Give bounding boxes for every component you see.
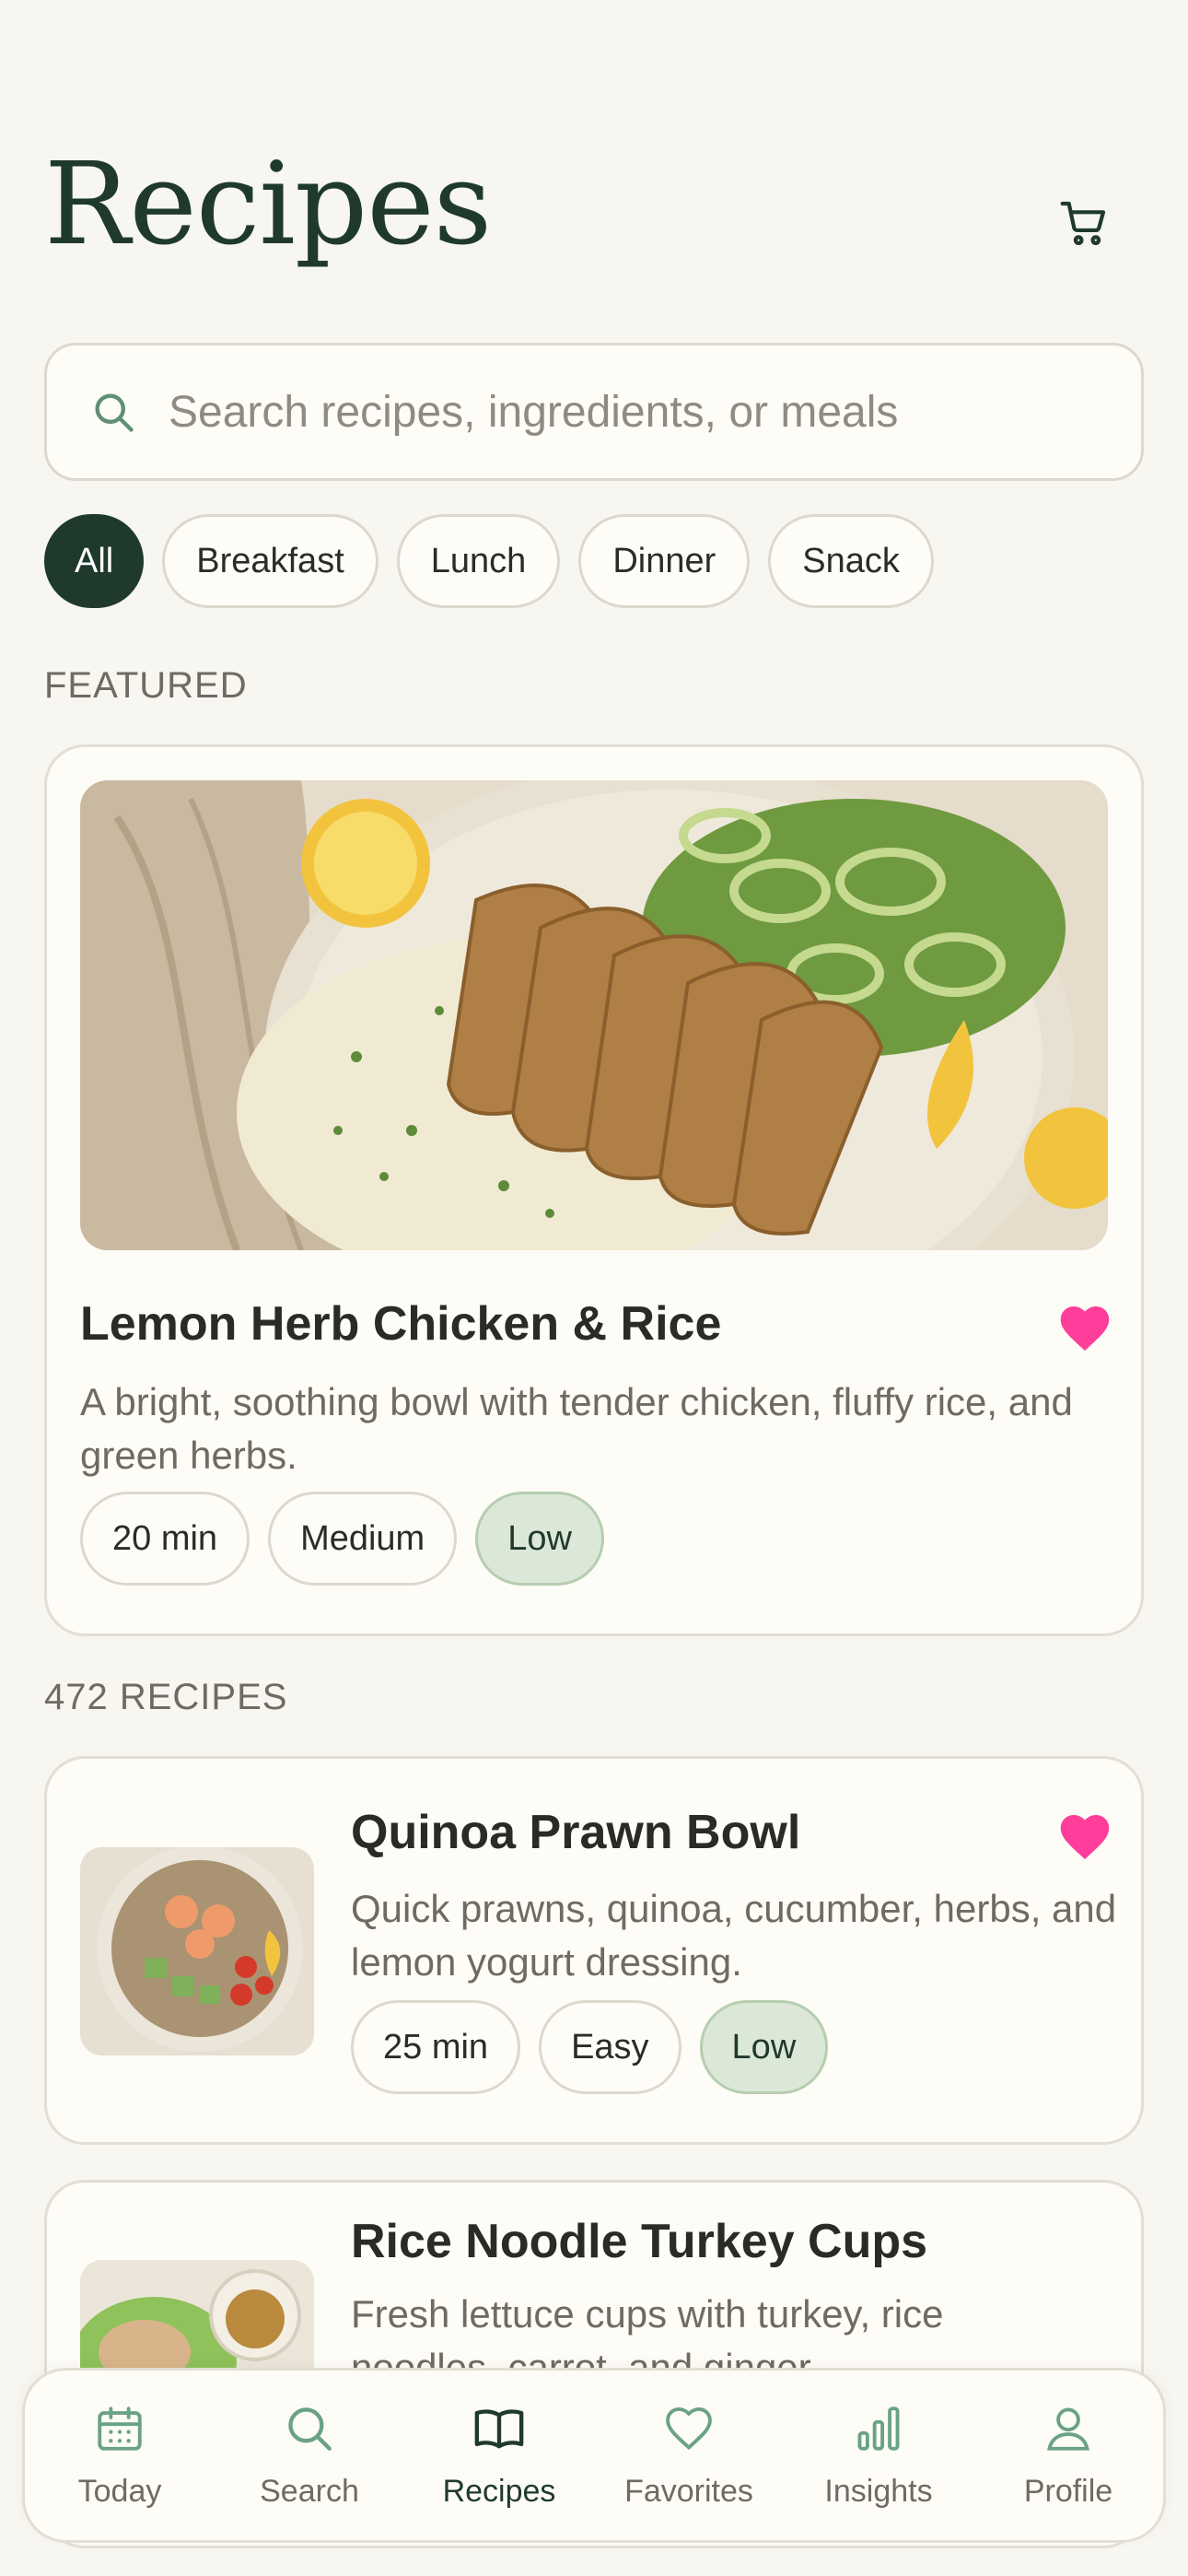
recipe-description: Quick prawns, quinoa, cucumber, herbs, a… bbox=[351, 1887, 1117, 1984]
category-filter-chips: All Breakfast Lunch Dinner Snack bbox=[44, 514, 934, 608]
time-tag: 25 min bbox=[351, 2000, 521, 2094]
featured-recipe-image bbox=[80, 780, 1108, 1250]
recipe-tags: 25 min Easy Low bbox=[351, 2000, 829, 2094]
nav-item-recipes[interactable]: Recipes bbox=[412, 2402, 587, 2510]
nav-label-insights: Insights bbox=[824, 2473, 933, 2509]
featured-recipe-card[interactable]: Lemon Herb Chicken & Rice A bright, soot… bbox=[44, 744, 1144, 1636]
page-title: Recipes bbox=[44, 138, 492, 271]
nav-item-today[interactable]: Today bbox=[32, 2402, 207, 2510]
filter-chip-all[interactable]: All bbox=[44, 514, 145, 608]
featured-recipe-tags: 20 min Medium Low bbox=[80, 1492, 604, 1586]
recipes-screen: Recipes All Breakfast Lunch Dinner Snack… bbox=[0, 0, 1188, 2576]
nav-label-favorites: Favorites bbox=[624, 2473, 753, 2509]
nav-label-recipes: Recipes bbox=[442, 2473, 556, 2509]
nav-item-search[interactable]: Search bbox=[222, 2402, 397, 2510]
filter-chip-breakfast[interactable]: Breakfast bbox=[162, 514, 379, 608]
filter-chip-dinner[interactable]: Dinner bbox=[578, 514, 751, 608]
recipe-thumbnail bbox=[80, 1847, 314, 2055]
nav-item-insights[interactable]: Insights bbox=[791, 2402, 966, 2510]
search-input[interactable] bbox=[169, 386, 1089, 438]
featured-recipe-title: Lemon Herb Chicken & Rice bbox=[80, 1297, 722, 1351]
calendar-icon bbox=[98, 2406, 142, 2451]
search-bar[interactable] bbox=[44, 343, 1144, 481]
nav-item-profile[interactable]: Profile bbox=[981, 2402, 1156, 2510]
filter-chip-snack[interactable]: Snack bbox=[768, 514, 934, 608]
shopping-cart-icon bbox=[1060, 201, 1106, 246]
level-tag: Low bbox=[699, 2000, 829, 2094]
nav-label-search: Search bbox=[260, 2473, 359, 2509]
recipe-card[interactable]: Quinoa Prawn Bowl Quick prawns, quinoa, … bbox=[44, 1756, 1144, 2145]
level-tag: Low bbox=[475, 1492, 604, 1586]
time-tag: 20 min bbox=[80, 1492, 250, 1586]
nav-item-favorites[interactable]: Favorites bbox=[601, 2402, 776, 2510]
heart-icon bbox=[666, 2406, 712, 2449]
featured-recipe-description: A bright, soothing bowl with tender chic… bbox=[80, 1380, 1073, 1477]
nav-label-today: Today bbox=[77, 2473, 162, 2509]
book-icon bbox=[474, 2408, 524, 2449]
recipe-count-label: 472 RECIPES bbox=[44, 1677, 288, 1717]
search-icon bbox=[288, 2406, 332, 2451]
search-icon bbox=[95, 393, 134, 432]
nav-label-profile: Profile bbox=[1023, 2473, 1113, 2509]
difficulty-tag: Easy bbox=[539, 2000, 681, 2094]
bar-chart-icon bbox=[857, 2406, 900, 2451]
person-icon bbox=[1047, 2407, 1089, 2451]
favorite-heart-icon[interactable] bbox=[1057, 1810, 1112, 1862]
favorite-heart-icon[interactable] bbox=[1057, 1302, 1112, 1353]
recipe-title: Rice Noodle Turkey Cups bbox=[351, 2215, 928, 2268]
difficulty-tag: Medium bbox=[268, 1492, 458, 1586]
bottom-tab-bar: Today Search Recipes Favorites Insights … bbox=[22, 2368, 1166, 2543]
featured-section-label: FEATURED bbox=[44, 665, 248, 706]
filter-chip-lunch[interactable]: Lunch bbox=[396, 514, 561, 608]
cart-button[interactable] bbox=[1045, 184, 1123, 262]
recipe-title: Quinoa Prawn Bowl bbox=[351, 1806, 801, 1859]
